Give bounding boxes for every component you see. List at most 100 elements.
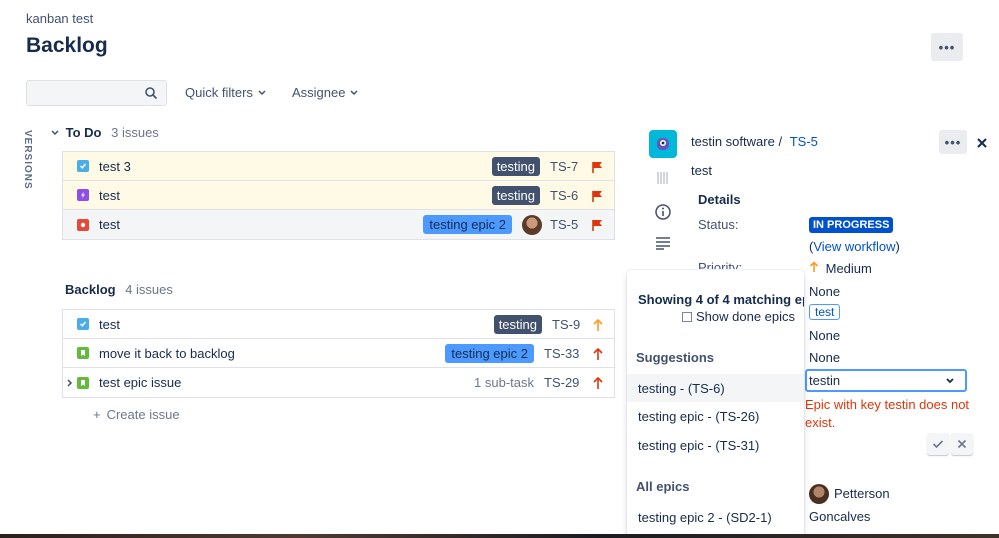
issue-summary: move it back to backlog xyxy=(99,345,235,361)
create-issue-button[interactable]: + Create issue xyxy=(93,407,180,422)
issue-key[interactable]: TS-6 xyxy=(550,188,590,203)
epic-badge: testing epic 2 xyxy=(445,344,534,363)
story-icon xyxy=(77,347,89,359)
close-icon[interactable] xyxy=(976,137,988,149)
priority-value-label: Medium xyxy=(825,261,872,276)
more-icon: ••• xyxy=(938,39,956,55)
project-name[interactable]: kanban test xyxy=(26,11,93,26)
issue-row-ts-5[interactable]: test testing epic 2 TS-5 xyxy=(63,210,614,239)
priority-medium-icon xyxy=(593,318,603,331)
epic-link-input[interactable] xyxy=(809,373,939,388)
dropdown-option[interactable]: testing - (TS-6) xyxy=(627,374,804,402)
assignee-name-first[interactable]: Petterson xyxy=(834,486,890,501)
epic-error-message: Epic with key testin does not exist. xyxy=(805,397,970,430)
drag-handle-icon[interactable] xyxy=(655,170,671,186)
confirm-edit-button[interactable] xyxy=(927,433,949,455)
flag-icon xyxy=(592,190,602,202)
dropdown-option[interactable]: testing epic - (TS-26) xyxy=(627,402,804,430)
assignee-avatar xyxy=(522,214,542,235)
backlog-section-title: Backlog xyxy=(65,282,116,297)
issue-key[interactable]: TS-5 xyxy=(550,217,590,232)
todo-issue-list: test 3 testing TS-7 test testing TS-6 te… xyxy=(62,151,615,240)
issue-row-ts-6[interactable]: test testing TS-6 xyxy=(63,181,614,210)
chevron-down-icon xyxy=(350,90,358,96)
page-title: Backlog xyxy=(26,34,108,57)
status-lozenge[interactable]: IN PROGRESS xyxy=(809,217,894,233)
versions-panel-toggle[interactable]: VERSIONS xyxy=(22,130,33,190)
description-icon[interactable] xyxy=(655,236,671,250)
issue-row-ts-9[interactable]: test testing TS-9 xyxy=(63,310,614,339)
issue-key[interactable]: TS-29 xyxy=(544,375,592,390)
issue-row-ts-33[interactable]: move it back to backlog testing epic 2 T… xyxy=(63,339,614,368)
assignee-filter-button[interactable]: Assignee xyxy=(292,85,359,100)
check-icon xyxy=(932,440,944,449)
story-icon xyxy=(77,376,89,389)
view-workflow-link[interactable]: (View workflow) xyxy=(809,239,900,254)
show-done-label: Show done epics xyxy=(696,309,796,324)
all-epics-heading: All epics xyxy=(636,479,690,494)
epic-suggestions-dropdown: Showing 4 of 4 matching epics Show done … xyxy=(627,270,804,538)
search-icon xyxy=(145,87,158,100)
flag-icon xyxy=(592,161,602,173)
search-input[interactable] xyxy=(27,81,137,105)
chevron-down-icon xyxy=(51,130,59,136)
assignee-name-last[interactable]: Goncalves xyxy=(809,509,870,524)
breadcrumb-project[interactable]: testin software xyxy=(691,134,775,149)
bug-icon xyxy=(77,218,89,231)
search-field[interactable] xyxy=(26,80,167,106)
plus-icon: + xyxy=(93,407,101,422)
assignee-filter-label: Assignee xyxy=(292,85,346,100)
field-value-none[interactable]: None xyxy=(809,350,840,365)
subtask-count: 1 sub-task xyxy=(474,375,534,390)
dropdown-option[interactable]: testing epic - (TS-31) xyxy=(627,431,804,459)
issue-row-ts-29[interactable]: test epic issue 1 sub-task TS-29 xyxy=(63,368,614,397)
issue-summary: test xyxy=(99,217,120,232)
info-icon[interactable] xyxy=(654,203,672,221)
detail-breadcrumb: testin software / TS-5 xyxy=(691,134,818,149)
detail-more-button[interactable]: ••• xyxy=(939,130,967,154)
priority-medium-icon xyxy=(809,261,819,272)
todo-issue-count: 3 issues xyxy=(111,125,159,140)
close-icon xyxy=(957,439,967,449)
detail-icon-strip xyxy=(649,130,677,253)
flag-icon xyxy=(592,219,602,231)
label-badge: testing xyxy=(491,157,540,176)
quick-filters-button[interactable]: Quick filters xyxy=(185,85,267,100)
todo-section-header[interactable]: To Do 3 issues xyxy=(50,125,159,140)
priority-value[interactable]: Medium xyxy=(809,261,872,276)
issue-summary-title[interactable]: test xyxy=(691,163,712,178)
dropdown-showing-count: Showing 4 of 4 matching epics xyxy=(638,292,804,307)
breadcrumb-separator: / xyxy=(778,134,783,149)
todo-section-title: To Do xyxy=(65,125,102,140)
epic-link-field[interactable] xyxy=(805,369,967,392)
chevron-right-icon[interactable] xyxy=(66,378,74,388)
desktop-background-strip xyxy=(0,534,999,538)
more-icon: ••• xyxy=(944,134,962,150)
field-value-none[interactable]: None xyxy=(809,328,840,343)
task-icon xyxy=(77,318,89,330)
priority-field-label: Priority: xyxy=(698,260,743,269)
issue-row-ts-7[interactable]: test 3 testing TS-7 xyxy=(63,152,614,181)
chevron-down-icon[interactable] xyxy=(945,377,955,385)
field-value-none[interactable]: None xyxy=(809,284,840,299)
show-done-checkbox[interactable] xyxy=(682,311,692,322)
issue-key[interactable]: TS-33 xyxy=(544,346,592,361)
breadcrumb-issue-key[interactable]: TS-5 xyxy=(790,134,818,149)
epic-badge: testing epic 2 xyxy=(423,215,512,234)
cancel-edit-button[interactable] xyxy=(951,433,973,455)
view-workflow-label: View workflow xyxy=(813,239,896,254)
details-heading: Details xyxy=(698,192,741,207)
label-chip[interactable]: test xyxy=(809,304,841,320)
issue-key[interactable]: TS-7 xyxy=(550,159,590,174)
assignee-avatar xyxy=(809,484,829,504)
backlog-section-header[interactable]: Backlog 4 issues xyxy=(65,282,173,297)
show-done-epics-toggle[interactable]: Show done epics xyxy=(682,309,795,324)
dropdown-option[interactable]: testing epic 2 - (SD2-1) xyxy=(627,503,804,531)
priority-high-icon xyxy=(593,347,603,360)
issue-key[interactable]: TS-9 xyxy=(552,317,592,332)
quick-filters-label: Quick filters xyxy=(185,85,253,100)
backlog-issue-list: test testing TS-9 move it back to backlo… xyxy=(62,309,615,398)
project-avatar[interactable] xyxy=(649,130,677,158)
board-more-button[interactable]: ••• xyxy=(931,33,963,61)
issue-summary: test xyxy=(99,316,120,332)
